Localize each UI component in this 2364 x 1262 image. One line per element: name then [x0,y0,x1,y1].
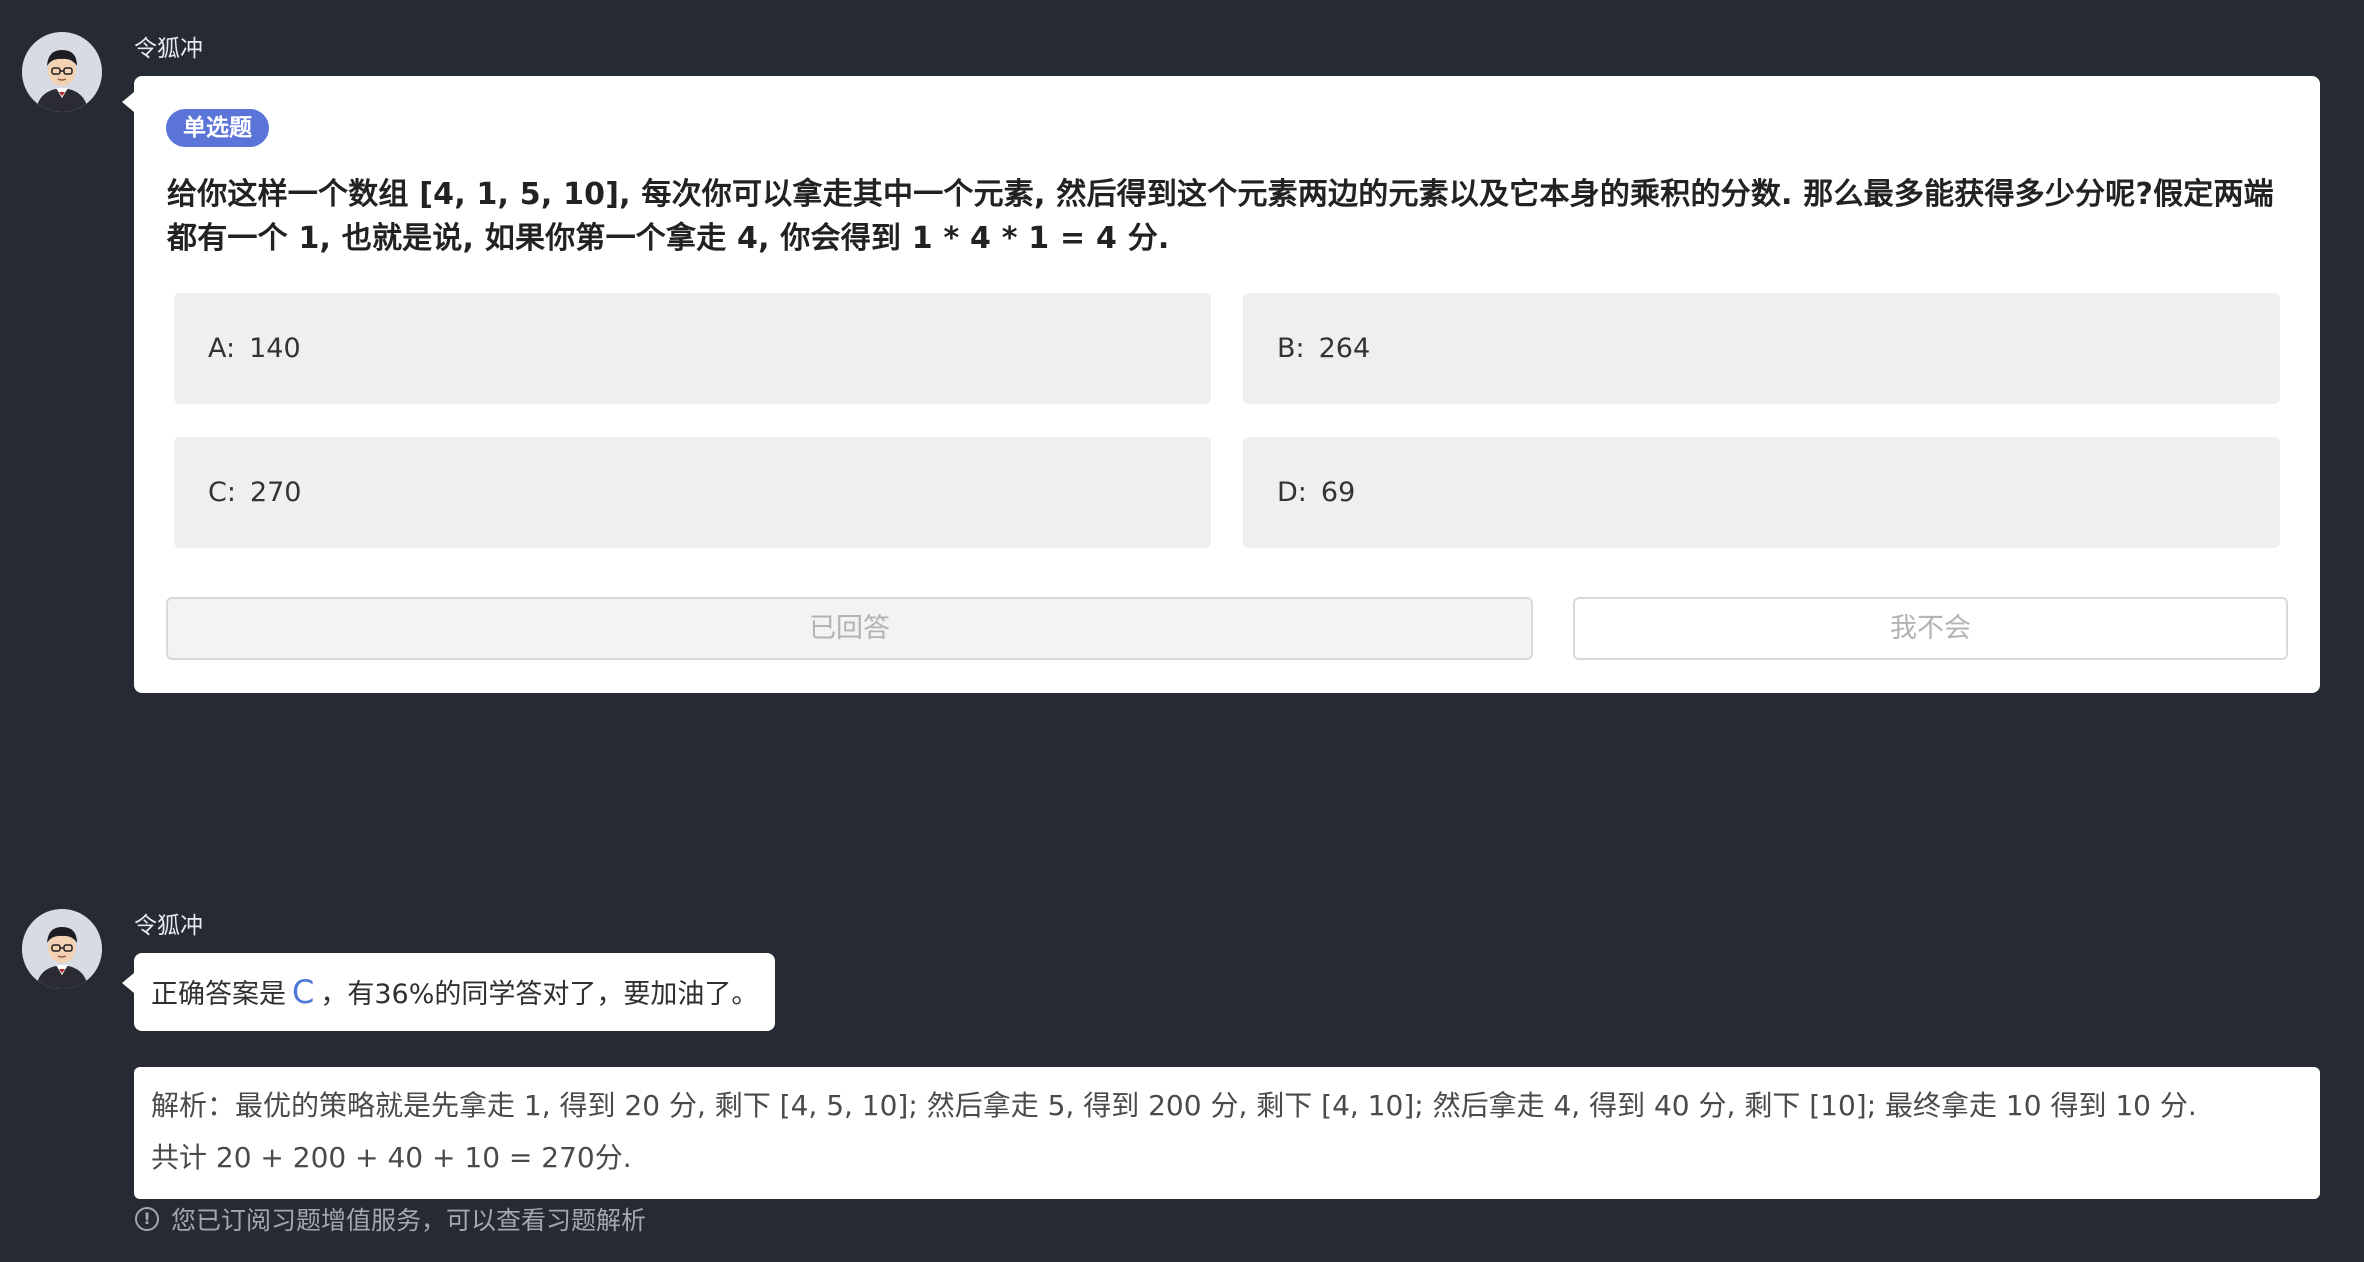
question-text: 给你这样一个数组 [4, 1, 5, 10], 每次你可以拿走其中一个元素, 然… [167,177,2274,256]
sender-name: 令狐冲 [134,36,203,62]
analysis-box: 解析：最优的策略就是先拿走 1, 得到 20 分, 剩下 [4, 5, 10];… [134,1067,2320,1199]
avatar[interactable] [22,909,102,989]
info-circle-icon: ! [135,1207,159,1231]
bubble-tail [122,92,134,112]
option-value: 140 [249,333,301,364]
option-value: 69 [1320,477,1356,508]
question-type-badge: 单选题 [166,109,269,147]
option-key: D: [1277,477,1307,508]
notice-text: 您已订阅习题增值服务，可以查看习题解析 [171,1206,647,1235]
answer-bubble: 正确答案是 C ，有36%的同学答对了，要加油了。 [134,953,776,1031]
user-avatar-icon [22,909,102,989]
sender-name: 令狐冲 [134,913,203,939]
option-d[interactable]: D: 69 [1243,437,2280,548]
option-key: A: [208,333,236,364]
option-key: C: [208,477,236,508]
analysis-line: 共计 20 + 200 + 40 + 10 = 270分. [151,1141,632,1174]
option-key: B: [1277,333,1305,364]
answer-suffix: ，有36%的同学答对了，要加油了。 [320,979,759,1010]
user-avatar-icon [22,32,102,112]
option-value: 264 [1318,333,1371,364]
answer-prefix: 正确答案是 [151,979,286,1010]
option-b[interactable]: B: 264 [1243,293,2280,404]
dont-know-button[interactable]: 我不会 [1573,597,2288,660]
subscription-notice: ! 您已订阅习题增值服务，可以查看习题解析 [135,1201,646,1237]
answered-button[interactable]: 已回答 [166,597,1533,660]
correct-answer-letter: C [292,973,315,1011]
avatar[interactable] [22,32,102,112]
option-value: 270 [249,477,302,508]
quiz-card: 单选题 给你这样一个数组 [4, 1, 5, 10], 每次你可以拿走其中一个元… [134,76,2320,693]
bubble-tail [122,973,134,993]
option-c[interactable]: C: 270 [174,437,1211,548]
option-a[interactable]: A: 140 [174,293,1211,404]
analysis-line: 解析：最优的策略就是先拿走 1, 得到 20 分, 剩下 [4, 5, 10];… [151,1089,2197,1122]
